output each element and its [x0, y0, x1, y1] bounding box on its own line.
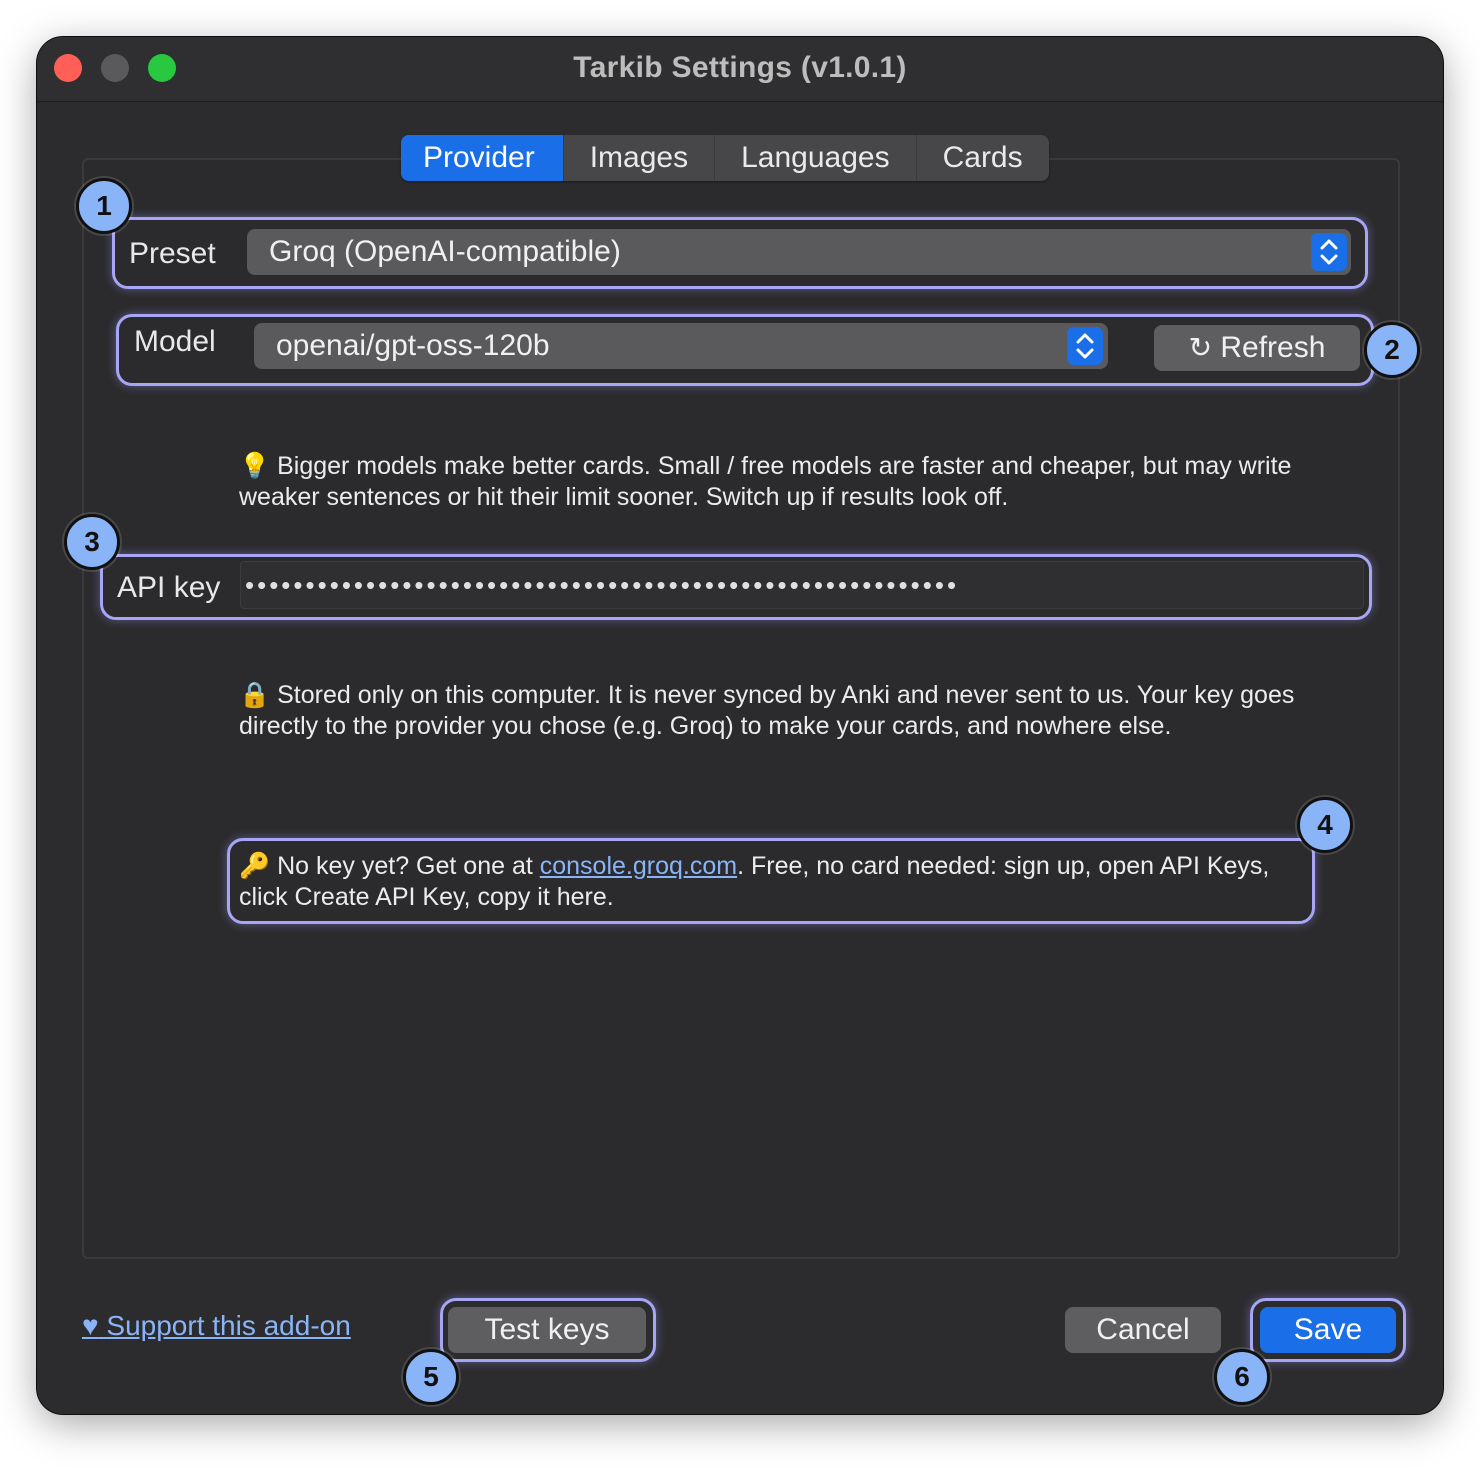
annotation-badge-3: 3: [64, 514, 120, 570]
annotation-badge-1: 1: [76, 178, 132, 234]
storage-note-text: Stored only on this computer. It is neve…: [239, 681, 1295, 740]
cancel-button[interactable]: Cancel: [1065, 1307, 1221, 1353]
highlight-preset: [112, 217, 1368, 289]
highlight-api-key: [100, 554, 1372, 620]
tab-languages[interactable]: Languages: [714, 135, 915, 181]
tab-provider[interactable]: Provider: [401, 135, 563, 181]
lightbulb-icon: 💡: [239, 452, 271, 480]
tab-images[interactable]: Images: [562, 135, 714, 181]
annotation-badge-4: 4: [1297, 797, 1353, 853]
model-tip-text: Bigger models make better cards. Small /…: [239, 452, 1292, 511]
support-label: Support this add-on: [106, 1310, 351, 1341]
lock-icon: 🔒: [239, 681, 271, 709]
annotation-badge-6: 6: [1214, 1349, 1270, 1405]
annotation-badge-5: 5: [403, 1349, 459, 1405]
window-title: Tarkib Settings (v1.0.1): [573, 51, 907, 84]
highlight-save: [1250, 1298, 1406, 1362]
highlight-model: [116, 314, 1374, 386]
highlight-key-hint: [227, 838, 1315, 924]
highlight-test-keys: [440, 1298, 656, 1362]
heart-icon: ♥: [82, 1310, 99, 1341]
annotation-badge-2: 2: [1364, 322, 1420, 378]
storage-note: 🔒 Stored only on this computer. It is ne…: [239, 680, 1369, 742]
title-bar: Tarkib Settings (v1.0.1): [37, 37, 1443, 102]
support-link[interactable]: ♥ Support this add-on: [82, 1310, 351, 1342]
model-tip: 💡 Bigger models make better cards. Small…: [239, 451, 1369, 513]
tab-cards[interactable]: Cards: [915, 135, 1049, 181]
tab-bar: Provider Images Languages Cards: [401, 135, 1049, 181]
